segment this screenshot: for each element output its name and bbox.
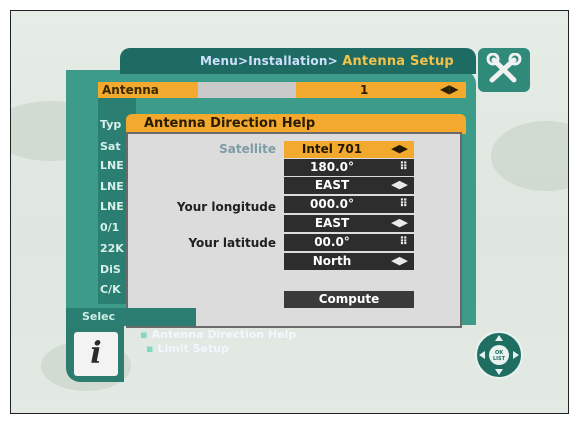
breadcrumb: Menu>Installation> Antenna Setup <box>200 54 454 69</box>
latitude-direction-select[interactable]: North ◀▶ <box>284 253 414 270</box>
field-value: EAST <box>314 178 350 192</box>
field-value: 000.0° <box>310 197 354 211</box>
list-item: 0/1 <box>100 221 120 234</box>
bullet-icon: ▪ <box>140 328 148 341</box>
keypad-icon: ⠿ <box>399 160 408 173</box>
breadcrumb-path: Menu>Installation> <box>200 54 338 68</box>
list-item: LNE <box>100 159 124 172</box>
compute-button[interactable]: Compute <box>284 291 414 308</box>
left-right-arrows-icon: ◀▶ <box>391 216 408 229</box>
list-item: C/K <box>100 283 121 296</box>
list-item: DiS <box>100 263 121 276</box>
satellite-select[interactable]: Intel 701 ◀▶ <box>284 141 414 158</box>
antenna-value: 1 <box>360 83 369 97</box>
your-latitude-label: Your latitude <box>188 236 276 250</box>
keypad-icon: ⠿ <box>399 235 408 248</box>
breadcrumb-current: Antenna Setup <box>342 54 454 69</box>
antenna-gap <box>198 82 296 98</box>
field-value: Intel 701 <box>301 142 363 156</box>
dialog-title: Antenna Direction Help <box>144 116 316 131</box>
left-right-arrows-icon: ◀▶ <box>391 178 408 191</box>
tools-icon <box>478 48 530 92</box>
bottom-select-bar: Selec <box>66 308 196 326</box>
map-decoration <box>491 121 568 191</box>
satellite-direction-select[interactable]: EAST ◀▶ <box>284 177 414 194</box>
field-value: EAST <box>314 216 350 230</box>
info-panel: i <box>66 326 124 382</box>
satellite-longitude-field[interactable]: 180.0° ⠿ <box>284 159 414 176</box>
your-longitude-label: Your longitude <box>176 200 276 214</box>
bullet-icon: ▪ <box>146 342 154 355</box>
list-item: LNE <box>100 200 124 213</box>
dialog-title-bar: Antenna Direction Help <box>126 114 466 134</box>
list-item: Sat <box>100 140 121 153</box>
list-item: LNE <box>100 180 124 193</box>
satellite-label: Satellite <box>219 142 276 156</box>
longitude-direction-select[interactable]: EAST ◀▶ <box>284 215 414 232</box>
list-item: 22K <box>100 242 124 255</box>
remote-nav-wheel-icon: OK LIST <box>474 330 524 380</box>
antenna-label: Antenna <box>102 83 159 97</box>
hint-item: ▪ Antenna Direction Help <box>140 328 297 341</box>
your-longitude-field[interactable]: 000.0° ⠿ <box>284 196 414 213</box>
list-item: Typ <box>100 118 122 131</box>
left-right-arrows-icon: ◀▶ <box>391 142 408 155</box>
hint-item: ▪ Limit Setup <box>146 342 229 355</box>
select-label: Selec <box>82 310 116 323</box>
keypad-icon: ⠿ <box>399 197 408 210</box>
your-latitude-field[interactable]: 00.0° ⠿ <box>284 234 414 251</box>
field-value: 00.0° <box>314 235 350 249</box>
info-icon: i <box>74 332 118 376</box>
svg-text:LIST: LIST <box>493 356 506 362</box>
left-right-arrows-icon: ◀▶ <box>391 254 408 267</box>
left-right-arrows-icon: ◀▶ <box>440 82 459 96</box>
field-value: North <box>312 254 352 268</box>
field-value: 180.0° <box>310 160 354 174</box>
